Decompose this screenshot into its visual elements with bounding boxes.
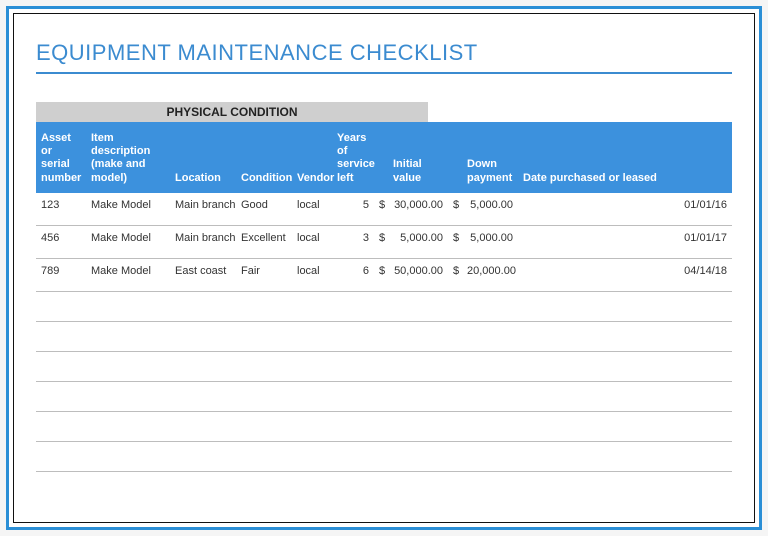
cell-down: 5,000.00 — [462, 193, 518, 226]
cell-location: Main branch — [170, 225, 236, 258]
header-location: Location — [170, 122, 236, 193]
cell-init-sym: $ — [374, 225, 388, 258]
cell-years: 6 — [332, 258, 374, 291]
cell-init-sym: $ — [374, 258, 388, 291]
cell-down: 5,000.00 — [462, 225, 518, 258]
table-row-empty — [36, 411, 732, 441]
cell-condition: Fair — [236, 258, 292, 291]
table-row-empty — [36, 291, 732, 321]
cell-vendor: local — [292, 225, 332, 258]
table-row-empty — [36, 381, 732, 411]
header-years: Years of service left — [332, 122, 374, 193]
title-underline — [36, 72, 732, 74]
page-title: EQUIPMENT MAINTENANCE CHECKLIST — [36, 40, 732, 66]
cell-date: 04/14/18 — [518, 258, 732, 291]
cell-initial: 30,000.00 — [388, 193, 448, 226]
table-header-row: Asset or serial number Item description … — [36, 122, 732, 193]
table-row: 789Make ModelEast coastFairlocal6$50,000… — [36, 258, 732, 291]
cell-down: 20,000.00 — [462, 258, 518, 291]
header-vendor: Vendor — [292, 122, 332, 193]
outer-frame: EQUIPMENT MAINTENANCE CHECKLIST PHYSICAL… — [6, 6, 762, 530]
cell-condition: Good — [236, 193, 292, 226]
table-row-empty — [36, 441, 732, 471]
cell-init-sym: $ — [374, 193, 388, 226]
cell-years: 5 — [332, 193, 374, 226]
cell-item: Make Model — [86, 258, 170, 291]
cell-date: 01/01/17 — [518, 225, 732, 258]
cell-item: Make Model — [86, 193, 170, 226]
header-condition: Condition — [236, 122, 292, 193]
cell-down-sym: $ — [448, 225, 462, 258]
cell-initial: 50,000.00 — [388, 258, 448, 291]
table-body: 123Make ModelMain branchGoodlocal5$30,00… — [36, 193, 732, 472]
table-row-empty — [36, 351, 732, 381]
cell-initial: 5,000.00 — [388, 225, 448, 258]
cell-location: East coast — [170, 258, 236, 291]
table-row: 123Make ModelMain branchGoodlocal5$30,00… — [36, 193, 732, 226]
empty-cell — [36, 321, 732, 351]
header-date: Date purchased or leased — [518, 122, 732, 193]
empty-cell — [36, 351, 732, 381]
header-initsym — [374, 122, 388, 193]
cell-vendor: local — [292, 258, 332, 291]
table-row: 456Make ModelMain branchExcellentlocal3$… — [36, 225, 732, 258]
header-downsym — [448, 122, 462, 193]
cell-date: 01/01/16 — [518, 193, 732, 226]
inner-frame: EQUIPMENT MAINTENANCE CHECKLIST PHYSICAL… — [13, 13, 755, 523]
empty-cell — [36, 381, 732, 411]
cell-asset: 456 — [36, 225, 86, 258]
cell-vendor: local — [292, 193, 332, 226]
empty-cell — [36, 411, 732, 441]
cell-location: Main branch — [170, 193, 236, 226]
cell-down-sym: $ — [448, 258, 462, 291]
cell-asset: 123 — [36, 193, 86, 226]
empty-cell — [36, 291, 732, 321]
cell-item: Make Model — [86, 225, 170, 258]
cell-condition: Excellent — [236, 225, 292, 258]
equipment-table: Asset or serial number Item description … — [36, 122, 732, 472]
header-asset: Asset or serial number — [36, 122, 86, 193]
section-label: PHYSICAL CONDITION — [36, 102, 428, 122]
header-item: Item description (make and model) — [86, 122, 170, 193]
cell-years: 3 — [332, 225, 374, 258]
table-row-empty — [36, 321, 732, 351]
cell-down-sym: $ — [448, 193, 462, 226]
header-down: Down payment — [462, 122, 518, 193]
header-initial: Initial value — [388, 122, 448, 193]
empty-cell — [36, 441, 732, 471]
section-bar-row: PHYSICAL CONDITION — [36, 102, 732, 122]
cell-asset: 789 — [36, 258, 86, 291]
